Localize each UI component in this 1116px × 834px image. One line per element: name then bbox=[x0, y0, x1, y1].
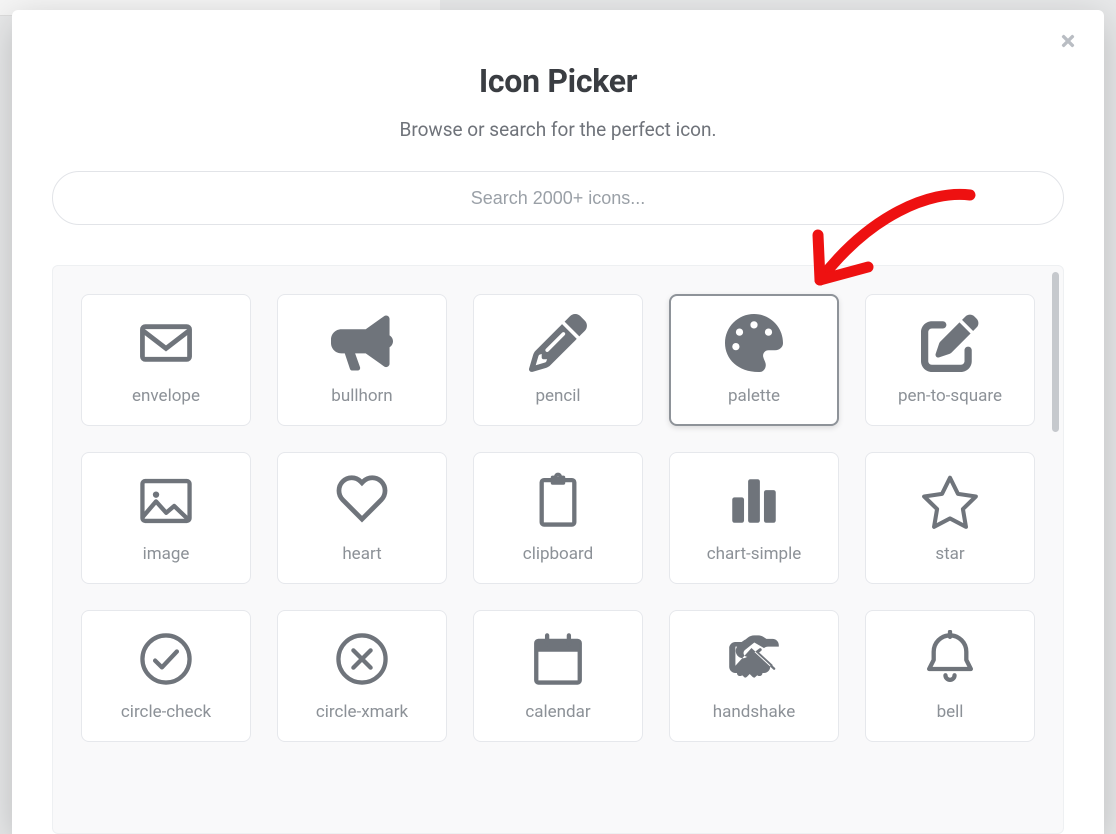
chart-simple-icon bbox=[723, 472, 785, 530]
modal-header: Icon Picker Browse or search for the per… bbox=[12, 10, 1104, 141]
star-icon bbox=[919, 472, 981, 530]
icon-card-heart[interactable]: heart bbox=[277, 452, 447, 584]
icon-label: handshake bbox=[713, 702, 795, 722]
icon-label: clipboard bbox=[523, 544, 593, 564]
search-input[interactable] bbox=[52, 171, 1064, 225]
icon-label: image bbox=[143, 544, 190, 564]
icon-card-circle-xmark[interactable]: circle-xmark bbox=[277, 610, 447, 742]
scrollbar-thumb[interactable] bbox=[1052, 272, 1059, 432]
icon-picker-modal: Icon Picker Browse or search for the per… bbox=[12, 10, 1104, 834]
circle-xmark-icon bbox=[331, 630, 393, 688]
icon-card-clipboard[interactable]: clipboard bbox=[473, 452, 643, 584]
image-icon bbox=[135, 472, 197, 530]
search-container bbox=[12, 141, 1104, 225]
icon-grid: envelope bullhorn pencil palette bbox=[81, 294, 1035, 742]
icon-card-handshake[interactable]: handshake bbox=[669, 610, 839, 742]
modal-title: Icon Picker bbox=[12, 62, 1104, 100]
icon-label: palette bbox=[728, 386, 780, 406]
icon-label: star bbox=[935, 544, 964, 564]
bell-icon bbox=[919, 630, 981, 688]
icon-card-pen-to-square[interactable]: pen-to-square bbox=[865, 294, 1035, 426]
icon-card-circle-check[interactable]: circle-check bbox=[81, 610, 251, 742]
icon-label: calendar bbox=[525, 702, 590, 722]
icon-label: envelope bbox=[132, 386, 200, 406]
circle-check-icon bbox=[135, 630, 197, 688]
icon-card-image[interactable]: image bbox=[81, 452, 251, 584]
icon-label: chart-simple bbox=[707, 544, 801, 564]
icon-label: heart bbox=[342, 544, 381, 564]
icon-label: circle-xmark bbox=[316, 702, 408, 722]
palette-icon bbox=[723, 314, 785, 372]
icon-label: circle-check bbox=[121, 702, 211, 722]
pen-to-square-icon bbox=[919, 314, 981, 372]
icon-label: bullhorn bbox=[331, 386, 392, 406]
icon-card-palette[interactable]: palette bbox=[669, 294, 839, 426]
close-icon bbox=[1059, 28, 1077, 56]
icon-card-envelope[interactable]: envelope bbox=[81, 294, 251, 426]
modal-subtitle: Browse or search for the perfect icon. bbox=[12, 118, 1104, 141]
handshake-icon bbox=[723, 630, 785, 688]
icon-card-bell[interactable]: bell bbox=[865, 610, 1035, 742]
icon-label: pencil bbox=[535, 386, 580, 406]
bullhorn-icon bbox=[331, 314, 393, 372]
heart-icon bbox=[331, 472, 393, 530]
icon-card-chart-simple[interactable]: chart-simple bbox=[669, 452, 839, 584]
icon-card-calendar[interactable]: calendar bbox=[473, 610, 643, 742]
envelope-icon bbox=[135, 314, 197, 372]
icon-card-bullhorn[interactable]: bullhorn bbox=[277, 294, 447, 426]
icon-label: pen-to-square bbox=[898, 386, 1002, 406]
calendar-icon bbox=[527, 630, 589, 688]
pencil-icon bbox=[527, 314, 589, 372]
icon-card-star[interactable]: star bbox=[865, 452, 1035, 584]
icon-grid-container: envelope bullhorn pencil palette bbox=[52, 265, 1064, 834]
icon-card-pencil[interactable]: pencil bbox=[473, 294, 643, 426]
clipboard-icon bbox=[527, 472, 589, 530]
icon-label: bell bbox=[937, 702, 964, 722]
close-button[interactable] bbox=[1054, 28, 1082, 56]
